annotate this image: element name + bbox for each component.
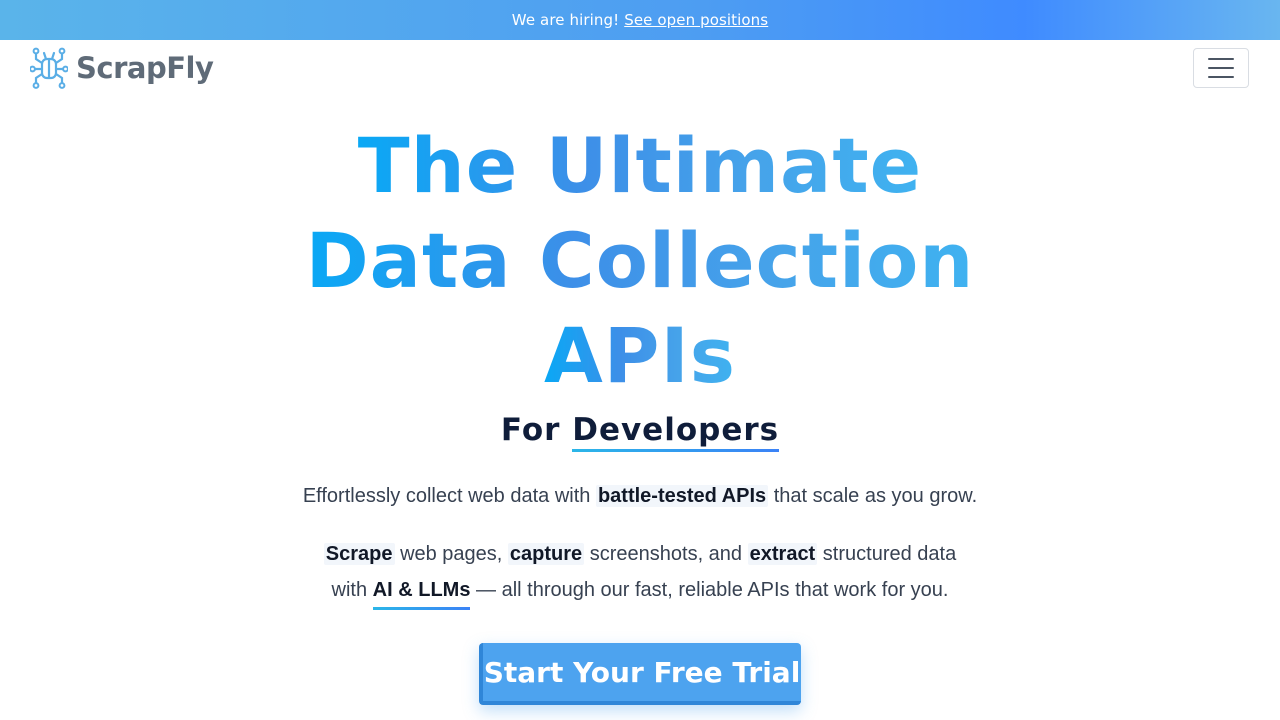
start-free-trial-button[interactable]: Start Your Free Trial xyxy=(479,643,801,705)
desc-text-5: — all through our fast, reliable APIs th… xyxy=(476,579,949,601)
logo-text: ScrapFly xyxy=(76,51,214,85)
desc-text-4: with xyxy=(331,579,368,601)
hamburger-menu-icon xyxy=(1208,58,1234,60)
subtitle-highlight: Developers xyxy=(572,412,780,452)
tagline-after: that scale as you grow. xyxy=(773,485,978,507)
desc-text-1: web pages, xyxy=(400,543,503,565)
keyword-ai-llms: AI & LLMs xyxy=(372,572,470,610)
site-header: ScrapFly xyxy=(0,40,1280,98)
keyword-extract: extract xyxy=(747,543,818,565)
subtitle-prefix: For xyxy=(500,412,561,448)
banner-text: We are hiring! xyxy=(511,11,620,29)
hero-subtitle: For Developers xyxy=(0,412,1280,452)
hero-description: Scrape web pages, capture screenshots, a… xyxy=(0,536,1280,610)
keyword-capture: capture xyxy=(507,543,585,565)
logo[interactable]: ScrapFly xyxy=(30,47,214,89)
announcement-banner: We are hiring! See open positions xyxy=(0,0,1280,40)
hero-title-line-2: Data Collection xyxy=(305,216,975,305)
tagline-highlight: battle-tested APIs xyxy=(595,485,769,507)
hero-title-line-1: The Ultimate xyxy=(357,121,923,210)
keyword-scrape: Scrape xyxy=(323,543,395,565)
desc-text-3: structured data xyxy=(822,543,957,565)
hero-title-line-3: APIs xyxy=(543,311,737,400)
hero-tagline: Effortlessly collect web data with battl… xyxy=(0,485,1280,508)
spider-icon xyxy=(30,47,68,89)
tagline-before: Effortlessly collect web data with xyxy=(302,485,591,507)
hero-title: The Ultimate Data Collection APIs xyxy=(0,118,1280,403)
menu-toggle-button[interactable] xyxy=(1193,48,1249,88)
open-positions-link[interactable]: See open positions xyxy=(624,11,768,29)
desc-text-2: screenshots, and xyxy=(589,543,743,565)
